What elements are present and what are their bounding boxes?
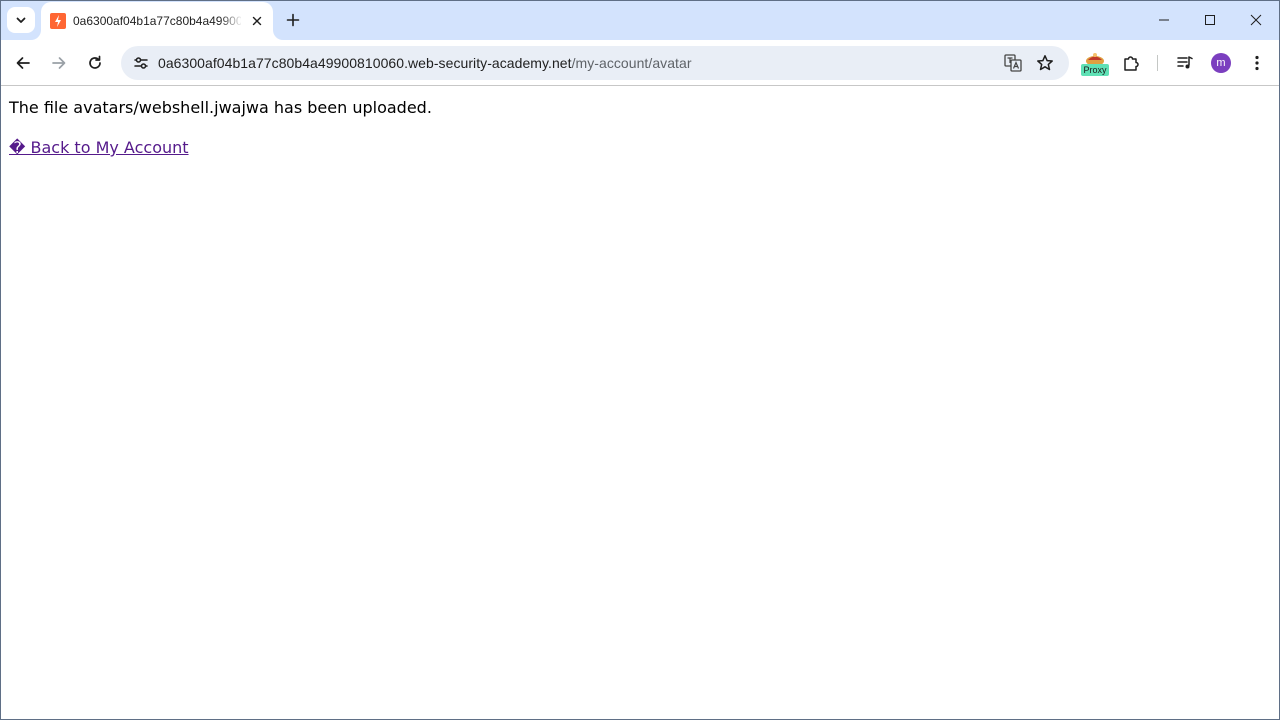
close-window-button[interactable] bbox=[1233, 0, 1279, 40]
url-path: /my-account/avatar bbox=[571, 55, 692, 71]
media-control-button[interactable] bbox=[1171, 49, 1199, 77]
reload-icon bbox=[89, 55, 101, 69]
url-host: 0a6300af04b1a77c80b4a49900810060.web-sec… bbox=[158, 55, 572, 71]
back-to-account-link[interactable]: � Back to My Account bbox=[9, 138, 189, 157]
address-bar[interactable]: 0a6300af04b1a77c80b4a49900810060.web-sec… bbox=[121, 46, 1069, 80]
url-text[interactable]: 0a6300af04b1a77c80b4a49900810060.web-sec… bbox=[158, 55, 692, 71]
active-tab[interactable]: 0a6300af04b1a77c80b4a49900810060.web-sec… bbox=[41, 2, 273, 40]
bookmark-button[interactable] bbox=[1033, 51, 1057, 75]
tab-title-fade bbox=[219, 10, 243, 32]
toolbar-divider bbox=[1157, 55, 1158, 71]
minimize-button[interactable] bbox=[1141, 0, 1187, 40]
translate-button[interactable] bbox=[1001, 51, 1025, 75]
arrow-left-icon bbox=[16, 57, 30, 69]
plus-icon bbox=[286, 13, 300, 27]
maximize-button[interactable] bbox=[1187, 0, 1233, 40]
star-icon bbox=[1037, 55, 1053, 71]
puzzle-icon bbox=[1124, 56, 1139, 71]
close-icon bbox=[252, 16, 262, 26]
minimize-icon bbox=[1159, 19, 1169, 21]
arrow-right-icon bbox=[52, 57, 66, 69]
proxy-badge: Proxy bbox=[1081, 64, 1109, 76]
maximize-icon bbox=[1205, 15, 1215, 25]
tab-close-button[interactable] bbox=[247, 11, 267, 31]
tab-strip: 0a6300af04b1a77c80b4a49900810060.web-sec… bbox=[0, 0, 1280, 40]
tab-title: 0a6300af04b1a77c80b4a49900810060.web-sec… bbox=[73, 14, 241, 28]
forward-button[interactable] bbox=[43, 47, 75, 79]
kebab-menu-icon bbox=[1255, 55, 1259, 71]
reload-button[interactable] bbox=[79, 47, 111, 79]
new-tab-button[interactable] bbox=[281, 8, 305, 32]
profile-avatar[interactable]: m bbox=[1211, 53, 1231, 73]
extensions-button[interactable] bbox=[1117, 49, 1145, 77]
chevron-down-icon bbox=[16, 17, 26, 23]
site-info-button[interactable] bbox=[127, 49, 155, 77]
upload-status-message: The file avatars/webshell.jwajwa has bee… bbox=[9, 98, 432, 117]
page-content: The file avatars/webshell.jwajwa has bee… bbox=[0, 87, 1280, 720]
media-control-icon bbox=[1177, 56, 1193, 69]
close-icon bbox=[1250, 14, 1262, 26]
tune-icon bbox=[134, 57, 148, 69]
back-button[interactable] bbox=[7, 47, 39, 79]
web-security-academy-icon bbox=[50, 13, 66, 29]
translate-icon bbox=[1004, 54, 1022, 72]
proxy-extension-button[interactable]: Proxy bbox=[1080, 51, 1110, 79]
browser-menu-button[interactable] bbox=[1243, 49, 1271, 77]
